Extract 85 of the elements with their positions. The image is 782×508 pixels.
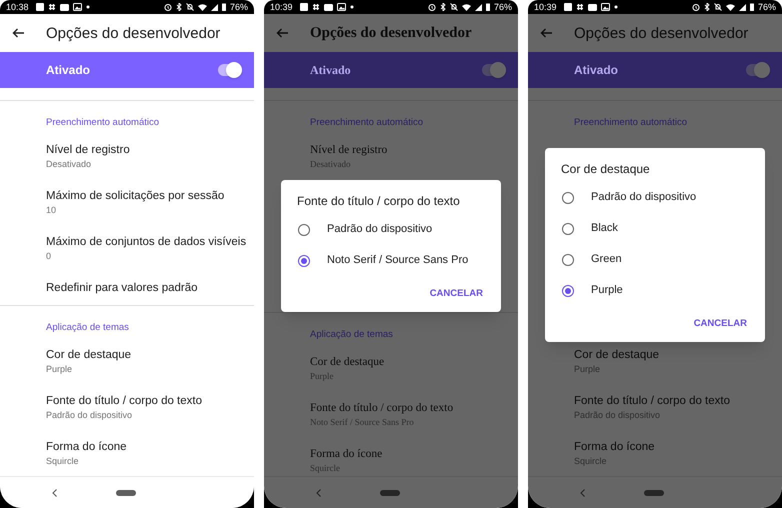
- dot-icon: [614, 5, 618, 9]
- battery-icon: [750, 3, 754, 11]
- hash-icon: [312, 3, 320, 11]
- cancel-button[interactable]: CANCELAR: [428, 282, 485, 306]
- bluetooth-icon: [704, 3, 710, 11]
- home-handle[interactable]: [380, 490, 400, 496]
- option-label[interactable]: Purple: [591, 282, 623, 299]
- section-header: Preenchimento automático: [46, 116, 160, 130]
- signal-icon: [474, 4, 482, 10]
- toggle-switch[interactable]: [482, 64, 504, 76]
- dialog-title: Fonte do título / corpo do texto: [296, 193, 461, 210]
- setting-value: 0: [46, 250, 52, 262]
- setting-value: 10: [46, 204, 58, 216]
- setting-title[interactable]: Redefinir para valores padrão: [46, 280, 254, 296]
- dot-icon: [86, 5, 90, 9]
- home-handle[interactable]: [116, 490, 136, 496]
- back-icon: [316, 488, 321, 496]
- setting-title[interactable]: Forma do ícone: [46, 439, 254, 455]
- alarm-icon: [164, 3, 172, 11]
- setting-title[interactable]: Fonte do título / corpo do texto: [46, 393, 254, 409]
- status-time: 10:39: [534, 2, 557, 12]
- back-icon: [540, 28, 552, 38]
- status-time: 10:39: [270, 2, 293, 12]
- setting-title[interactable]: Máximo de conjuntos de dados visíveis: [46, 234, 254, 250]
- option-label[interactable]: Padrão do dispositivo: [327, 221, 432, 238]
- screen-title: Opções do desenvolvedor: [46, 26, 220, 40]
- switch-label: Ativado: [310, 62, 352, 79]
- radio-button[interactable]: [562, 254, 574, 266]
- radio-button[interactable]: [298, 224, 310, 236]
- back-icon: [276, 28, 288, 38]
- battery-icon: [486, 3, 490, 11]
- wifi-icon: [726, 4, 735, 10]
- option-label[interactable]: Black: [591, 220, 618, 237]
- photo-icon: [336, 3, 346, 11]
- radio-button[interactable]: [298, 254, 310, 266]
- battery-level: 76%: [230, 2, 248, 12]
- section-header: Aplicação de temas: [310, 328, 394, 342]
- back-icon: [580, 488, 585, 496]
- screen-title: Opções do desenvolvedor: [574, 26, 748, 40]
- bluetooth-icon: [440, 3, 446, 11]
- dot-icon: [350, 5, 354, 9]
- hash-icon: [48, 3, 56, 11]
- battery-level: 76%: [758, 2, 776, 12]
- screen-title: Opções do desenvolvedor: [310, 26, 472, 40]
- wifi-icon: [198, 4, 207, 10]
- section-header: Aplicação de temas: [46, 321, 130, 335]
- bluetooth-icon: [176, 3, 182, 11]
- option-label[interactable]: Green: [591, 251, 622, 268]
- bell-off-icon: [714, 3, 722, 11]
- alarm-icon: [692, 3, 700, 11]
- home-handle[interactable]: [644, 490, 664, 496]
- hash-icon: [576, 3, 584, 11]
- radio-button[interactable]: [562, 284, 574, 296]
- bell-off-icon: [450, 3, 458, 11]
- alarm-icon: [428, 3, 436, 11]
- setting-title[interactable]: Cor de destaque: [46, 347, 254, 363]
- signal-icon: [738, 4, 746, 10]
- battery-icon: [222, 3, 226, 11]
- switch-label: Ativado: [46, 62, 92, 79]
- wifi-icon: [462, 4, 471, 10]
- battery-level: 76%: [494, 2, 512, 12]
- bell-off-icon: [186, 3, 194, 11]
- status-time: 10:38: [6, 2, 29, 12]
- setting-title[interactable]: Nível de registro: [46, 142, 254, 158]
- photo-icon: [72, 3, 82, 11]
- setting-title[interactable]: Máximo de solicitações por sessão: [46, 188, 254, 204]
- radio-button[interactable]: [562, 222, 574, 234]
- dialog-title: Cor de destaque: [560, 161, 651, 178]
- back-icon: [52, 488, 57, 496]
- section-header: Preenchimento automático: [574, 116, 688, 130]
- signal-icon: [210, 4, 218, 10]
- radio-button[interactable]: [562, 192, 574, 204]
- setting-value: Padrão do dispositivo: [46, 409, 134, 421]
- section-header: Preenchimento automático: [310, 116, 424, 130]
- back-icon: [12, 28, 24, 38]
- photo-icon: [600, 3, 610, 11]
- setting-value: Squircle: [46, 455, 80, 467]
- switch-label: Ativado: [574, 62, 620, 79]
- option-label[interactable]: Noto Serif / Source Sans Pro: [327, 252, 468, 269]
- cancel-button[interactable]: CANCELAR: [692, 312, 749, 336]
- setting-value: Desativado: [46, 158, 92, 170]
- setting-value: Purple: [46, 363, 74, 375]
- toggle-switch[interactable]: [218, 64, 240, 76]
- option-label[interactable]: Padrão do dispositivo: [591, 189, 696, 206]
- toggle-switch[interactable]: [746, 64, 768, 76]
